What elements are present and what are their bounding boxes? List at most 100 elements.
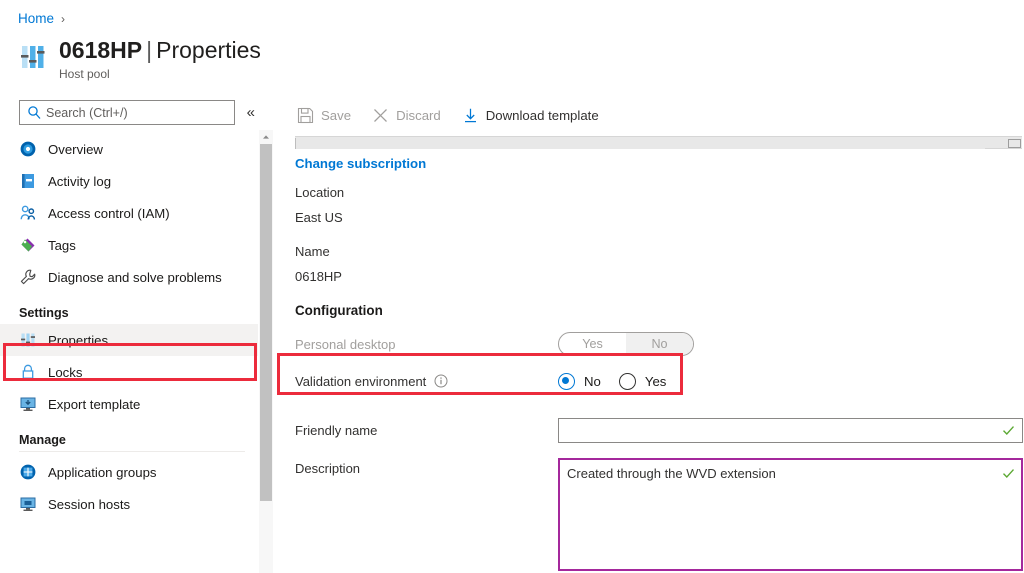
sidebar-item-label: Tags	[48, 238, 76, 253]
friendly-name-input[interactable]	[558, 418, 1023, 443]
validation-environment-option-yes[interactable]: Yes	[619, 373, 667, 390]
name-label: Name	[295, 244, 1024, 259]
change-subscription-link[interactable]: Change subscription	[295, 156, 1024, 171]
sidebar-item-locks[interactable]: Locks	[0, 356, 258, 388]
sidebar: « Overview	[0, 96, 258, 573]
save-icon	[297, 107, 314, 124]
location-value: East US	[295, 210, 1024, 225]
sliders-icon	[19, 331, 37, 349]
location-label: Location	[295, 185, 1024, 200]
hscrollbar-thumb[interactable]	[295, 138, 985, 149]
lock-icon	[19, 363, 37, 381]
sidebar-scrollbar[interactable]	[259, 130, 273, 573]
description-row: Description	[295, 458, 1024, 573]
sidebar-item-label: Access control (IAM)	[48, 206, 170, 221]
scrollbar-thumb[interactable]	[260, 144, 272, 501]
validation-environment-option-no[interactable]: No	[558, 373, 601, 390]
page-title-separator: |	[146, 37, 152, 63]
access-control-icon	[19, 204, 37, 222]
tags-icon	[19, 236, 37, 254]
validation-environment-label: Validation environment	[295, 374, 426, 389]
session-hosts-icon	[19, 495, 37, 513]
export-template-icon	[19, 395, 37, 413]
search-icon	[27, 105, 42, 120]
personal-desktop-toggle[interactable]: Yes No	[558, 332, 694, 356]
friendly-name-row: Friendly name	[295, 411, 1024, 449]
save-label: Save	[321, 108, 351, 123]
radio-label: Yes	[645, 374, 667, 389]
discard-button[interactable]: Discard	[372, 107, 441, 124]
sidebar-item-overview[interactable]: Overview	[0, 133, 258, 165]
content-pane: Save Discard Download template	[280, 96, 1024, 573]
name-field: Name 0618HP	[295, 244, 1024, 284]
sidebar-item-session-hosts[interactable]: Session hosts	[0, 488, 258, 520]
sidebar-item-label: Locks	[48, 365, 82, 380]
sidebar-item-activity-log[interactable]: Activity log	[0, 165, 258, 197]
breadcrumb-separator-icon: ›	[61, 12, 65, 26]
activity-log-icon	[19, 172, 37, 190]
sidebar-item-label: Overview	[48, 142, 103, 157]
description-input-wrap	[558, 458, 1023, 573]
validation-environment-radio-group: No Yes	[558, 373, 684, 390]
sidebar-item-label: Diagnose and solve problems	[48, 270, 222, 285]
personal-desktop-label: Personal desktop	[295, 337, 558, 352]
scroll-up-arrow-icon[interactable]	[259, 130, 273, 144]
page-title-blade: Properties	[156, 37, 261, 63]
sidebar-item-label: Export template	[48, 397, 140, 412]
page-title: 0618HP|Properties	[59, 36, 261, 64]
download-template-button[interactable]: Download template	[462, 107, 599, 124]
save-button[interactable]: Save	[297, 107, 351, 124]
app-groups-icon	[19, 463, 37, 481]
breadcrumb-home-link[interactable]: Home	[18, 11, 54, 26]
radio-label: No	[584, 374, 601, 389]
info-icon[interactable]	[434, 374, 448, 388]
validation-environment-row: Validation environment No	[295, 359, 1024, 403]
download-icon	[462, 107, 479, 124]
command-bar: Save Discard Download template	[280, 96, 1024, 134]
sidebar-item-application-groups[interactable]: Application groups	[0, 456, 258, 488]
sidebar-item-label: Session hosts	[48, 497, 130, 512]
sidebar-item-label: Activity log	[48, 174, 111, 189]
description-textarea[interactable]	[558, 458, 1023, 571]
sidebar-nav-list: Overview Activity log	[0, 133, 258, 520]
hscrollbar-end-button[interactable]	[1008, 139, 1021, 148]
sidebar-search-row: «	[0, 96, 258, 125]
properties-form: Location East US Name 0618HP Configurati…	[295, 185, 1024, 573]
validation-environment-label-wrap: Validation environment	[295, 374, 558, 389]
personal-desktop-option-no[interactable]: No	[626, 333, 693, 355]
download-template-label: Download template	[486, 108, 599, 123]
friendly-name-input-wrap	[558, 418, 1023, 443]
search-input[interactable]	[20, 101, 234, 124]
sidebar-item-label: Properties	[48, 333, 108, 348]
breadcrumb: Home ›	[18, 11, 65, 26]
page-header: 0618HP|Properties Host pool	[18, 36, 261, 81]
description-label: Description	[295, 458, 558, 476]
valid-check-icon	[1002, 467, 1015, 480]
azure-portal-blade: Home› 0618HP|Properties Host pool	[0, 0, 1024, 573]
sidebar-group-settings: Settings	[0, 306, 258, 320]
sidebar-item-label: Application groups	[48, 465, 157, 480]
name-value: 0618HP	[295, 269, 1024, 284]
sidebar-item-properties[interactable]: Properties	[0, 324, 258, 356]
search-box[interactable]	[19, 100, 235, 125]
personal-desktop-option-yes[interactable]: Yes	[559, 333, 626, 355]
sidebar-item-tags[interactable]: Tags	[0, 229, 258, 261]
sidebar-group-divider	[19, 451, 245, 452]
valid-check-icon	[1002, 424, 1015, 437]
sidebar-item-export-template[interactable]: Export template	[0, 388, 258, 420]
content-horizontal-scrollbar[interactable]	[295, 136, 1022, 149]
close-icon	[372, 107, 389, 124]
sliders-icon	[18, 42, 48, 72]
sidebar-group-manage: Manage	[0, 433, 258, 447]
page-subtitle: Host pool	[59, 67, 261, 81]
sidebar-item-diagnose[interactable]: Diagnose and solve problems	[0, 261, 258, 293]
configuration-section-title: Configuration	[295, 303, 1024, 318]
sidebar-item-access-control[interactable]: Access control (IAM)	[0, 197, 258, 229]
wrench-icon	[19, 268, 37, 286]
friendly-name-label: Friendly name	[295, 423, 558, 438]
personal-desktop-row: Personal desktop Yes No	[295, 329, 1024, 359]
location-field: Location East US	[295, 185, 1024, 225]
discard-label: Discard	[396, 108, 441, 123]
collapse-nav-icon[interactable]: «	[244, 103, 258, 122]
page-title-resource: 0618HP	[59, 37, 142, 63]
